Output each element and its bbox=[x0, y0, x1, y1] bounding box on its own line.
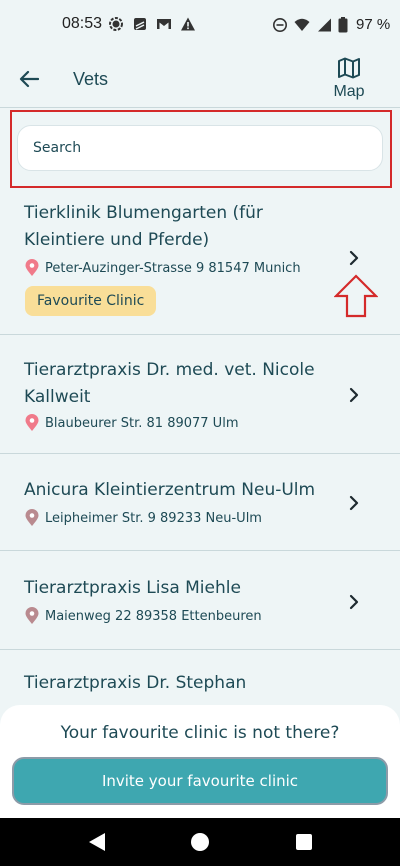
clinic-address: Maienweg 22 89358 Ettenbeuren bbox=[45, 608, 262, 624]
app-header: Vets Map bbox=[0, 52, 400, 108]
location-pin-icon bbox=[25, 607, 39, 624]
clinic-name: Tierarztpraxis Dr. Stephan bbox=[24, 673, 247, 693]
nav-back-icon[interactable] bbox=[88, 832, 106, 852]
page-title: Vets bbox=[73, 69, 109, 89]
map-button[interactable]: Map bbox=[326, 57, 372, 107]
location-pin-icon bbox=[25, 509, 39, 526]
do-not-disturb-icon bbox=[273, 17, 287, 32]
clinic-address: Peter-Auzinger-Strasse 9 81547 Munich bbox=[45, 260, 301, 276]
chevron-right-icon bbox=[349, 387, 359, 403]
clinic-address: Blaubeurer Str. 81 89077 Ulm bbox=[45, 415, 239, 431]
clinic-address-row: Peter-Auzinger-Strasse 9 81547 Munich bbox=[24, 259, 301, 277]
back-arrow-icon bbox=[19, 70, 39, 88]
gmail-icon bbox=[157, 19, 171, 29]
chevron-right-icon bbox=[349, 495, 359, 511]
clinic-item[interactable]: Tierarztpraxis Lisa Miehle Maienweg 22 8… bbox=[0, 551, 400, 650]
search-input[interactable] bbox=[17, 125, 383, 171]
wifi-icon bbox=[294, 18, 310, 31]
chevron-right-icon bbox=[349, 250, 359, 266]
signal-app-icon bbox=[109, 17, 123, 31]
back-button[interactable] bbox=[14, 64, 44, 94]
navigation-bar bbox=[0, 818, 400, 866]
clinic-item[interactable]: Anicura Kleintierzentrum Neu-Ulm Leiphei… bbox=[0, 454, 400, 551]
nav-recents-icon[interactable] bbox=[296, 834, 312, 850]
clinic-name: Tierarztpraxis Dr. med. vet. Nicole Kall… bbox=[24, 360, 315, 407]
battery-percentage: 97 % bbox=[356, 16, 391, 33]
invite-clinic-button[interactable]: Invite your favourite clinic bbox=[12, 757, 388, 805]
clinic-address-row: Maienweg 22 89358 Ettenbeuren bbox=[24, 607, 262, 625]
chevron-right-icon bbox=[349, 594, 359, 610]
location-pin-icon bbox=[25, 259, 39, 276]
alert-icon bbox=[181, 17, 195, 31]
cell-signal-icon bbox=[318, 18, 331, 31]
clinic-address-row: Blaubeurer Str. 81 89077 Ulm bbox=[24, 414, 238, 432]
battery-icon bbox=[338, 16, 348, 32]
header-divider bbox=[0, 107, 400, 108]
missing-clinic-prompt: Your favourite clinic is not there? bbox=[60, 723, 340, 743]
map-label: Map bbox=[333, 83, 365, 100]
clinic-item[interactable]: Tierarztpraxis Dr. med. vet. Nicole Kall… bbox=[0, 335, 400, 454]
map-icon bbox=[338, 57, 360, 79]
clinic-address: Leipheimer Str. 9 89233 Neu-Ulm bbox=[45, 510, 262, 526]
notes-app-icon bbox=[134, 18, 146, 30]
clinic-name: Tierarztpraxis Lisa Miehle bbox=[24, 578, 241, 598]
status-time: 08:53 bbox=[62, 15, 103, 32]
bottom-sheet: Your favourite clinic is not there? Invi… bbox=[0, 705, 400, 818]
clinic-address-row: Leipheimer Str. 9 89233 Neu-Ulm bbox=[24, 509, 262, 527]
status-system-icons: 97 % bbox=[272, 16, 390, 33]
clinic-name: Tierklinik Blumengarten (für Kleintiere … bbox=[24, 203, 263, 250]
nav-home-icon[interactable] bbox=[191, 833, 209, 851]
clinic-name: Anicura Kleintierzentrum Neu-Ulm bbox=[24, 480, 316, 500]
status-bar: 08:53 97 % bbox=[0, 0, 400, 52]
annotation-arrow-icon bbox=[334, 274, 378, 318]
status-notification-icons bbox=[108, 16, 196, 32]
favourite-badge: Favourite Clinic bbox=[25, 286, 157, 316]
location-pin-icon bbox=[25, 414, 39, 431]
